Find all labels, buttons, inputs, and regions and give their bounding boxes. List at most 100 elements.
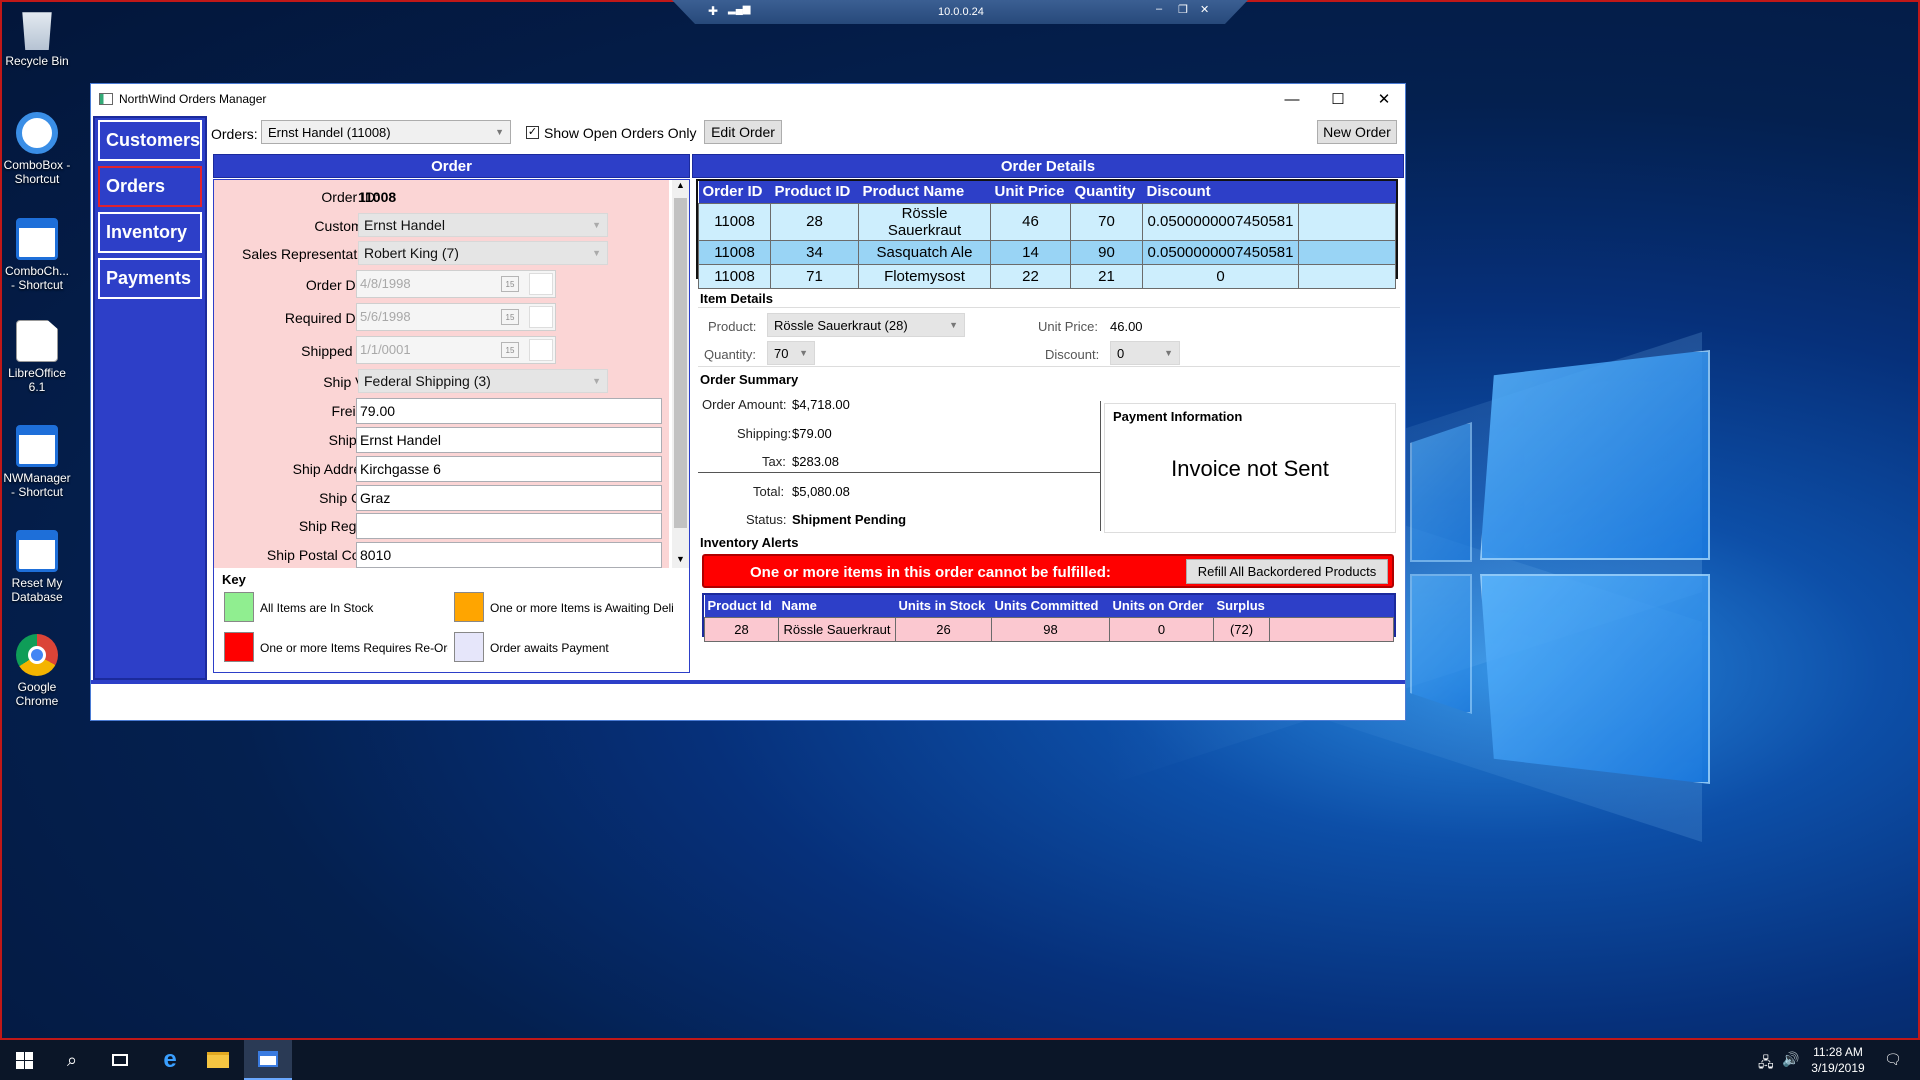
taskbar-internet-explorer[interactable]: e [146, 1040, 194, 1080]
calendar-icon[interactable]: 15 [501, 309, 519, 325]
shipping-label: Shipping: [737, 426, 792, 441]
desktop-icon-recycle-bin[interactable]: Recycle Bin [2, 8, 72, 68]
quantity-combobox[interactable]: 70 ▼ [767, 341, 815, 365]
chevron-down-icon: ▼ [495, 127, 504, 137]
table-row[interactable]: 11008 34 Sasquatch Ale 14 90 0.050000000… [698, 239, 1396, 265]
cell: 0.0500000007450581 [1142, 239, 1299, 265]
search-button[interactable]: ⌕ [48, 1040, 96, 1080]
minimize-button[interactable]: — [1269, 84, 1315, 114]
column-header[interactable]: Surplus [1213, 595, 1270, 617]
close-icon[interactable]: ✕ [1200, 3, 1209, 16]
column-header[interactable]: Product Id [704, 595, 779, 617]
column-header[interactable]: Units on Order [1109, 595, 1214, 617]
chevron-down-icon[interactable]: ▼ [676, 554, 685, 564]
cell: Rössle Sauerkraut [858, 202, 991, 241]
ship-address-input[interactable]: Kirchgasse 6 [356, 456, 662, 482]
system-clock[interactable]: 11:28 AM 3/19/2019 [1808, 1044, 1868, 1076]
window-titlebar[interactable]: NorthWind Orders Manager [91, 84, 1405, 114]
chevron-down-icon: ▼ [799, 348, 808, 358]
ship-city-input[interactable]: Graz [356, 485, 662, 511]
restore-icon[interactable]: ❐ [1178, 3, 1188, 16]
freight-input[interactable]: 79.00 [356, 398, 662, 424]
network-icon[interactable]: 🖧 [1758, 1052, 1774, 1076]
taskbar-northwind-app[interactable] [244, 1040, 292, 1080]
order-date-picker[interactable]: 4/8/1998 15 [356, 270, 556, 298]
pin-icon[interactable]: ✚ [708, 4, 718, 18]
shipped-on-picker[interactable]: 1/1/0001 15 [356, 336, 556, 364]
nav-payments[interactable]: Payments [98, 258, 202, 299]
window-title: NorthWind Orders Manager [119, 92, 267, 106]
ship-postal-input[interactable]: 8010 [356, 542, 662, 568]
order-form: Order ID: 11008 Customer: Ernst Handel ▼ … [213, 179, 690, 673]
task-view-button[interactable] [96, 1040, 144, 1080]
required-date-picker[interactable]: 5/6/1998 15 [356, 303, 556, 331]
column-header[interactable]: Product Name [858, 181, 991, 203]
close-button[interactable]: ✕ [1361, 84, 1407, 114]
cell: Flotemysost [858, 263, 991, 289]
minimize-icon[interactable]: – [1156, 3, 1162, 15]
cell [1298, 202, 1396, 241]
nav-customers[interactable]: Customers [98, 120, 202, 161]
table-row[interactable]: 28 Rössle Sauerkraut 26 98 0 (72) [704, 616, 1394, 642]
table-row[interactable]: 11008 71 Flotemysost 22 21 0 [698, 263, 1396, 289]
desktop-icon-label: ComboBox - Shortcut [3, 158, 71, 186]
nav-orders[interactable]: Orders [98, 166, 202, 207]
table-row[interactable]: 11008 28 Rössle Sauerkraut 46 70 0.05000… [698, 202, 1396, 241]
ship-via-combobox[interactable]: Federal Shipping (3) ▼ [358, 369, 608, 393]
scrollbar-thumb[interactable] [674, 198, 687, 528]
calendar-icon[interactable]: 15 [501, 276, 519, 292]
product-combobox[interactable]: Rössle Sauerkraut (28) ▼ [767, 313, 965, 337]
order-details-grid: Order ID Product ID Product Name Unit Pr… [696, 179, 1398, 289]
sales-rep-combobox[interactable]: Robert King (7) ▼ [358, 241, 608, 265]
start-button[interactable] [0, 1040, 48, 1080]
ship-to-input[interactable]: Ernst Handel [356, 427, 662, 453]
chevron-down-icon: ▼ [1164, 348, 1173, 358]
quantity-value: 70 [774, 345, 789, 361]
desktop-icon-libreoffice[interactable]: LibreOffice 6.1 [2, 320, 72, 394]
clock-time: 11:28 AM [1813, 1045, 1863, 1059]
invoice-status-text: Invoice not Sent [1171, 456, 1329, 481]
calendar-icon[interactable]: 15 [501, 342, 519, 358]
customer-combobox[interactable]: Ernst Handel ▼ [358, 213, 608, 237]
ship-region-input[interactable] [356, 513, 662, 539]
nav-inventory[interactable]: Inventory [98, 212, 202, 253]
column-header[interactable]: Unit Price [990, 181, 1071, 203]
show-open-checkbox[interactable]: ✓ [526, 126, 539, 139]
new-order-button[interactable]: New Order [1317, 120, 1397, 144]
order-form-scrollbar[interactable]: ▲ ▼ [672, 180, 689, 568]
desktop-icon-label: Google Chrome [15, 680, 59, 708]
desktop-icon-combobox-shortcut[interactable]: ComboBox - Shortcut [2, 112, 72, 186]
tax-label: Tax: [762, 454, 786, 469]
volume-icon[interactable]: 🔊 [1782, 1051, 1799, 1068]
cell: 71 [770, 263, 859, 289]
column-header[interactable]: Quantity [1070, 181, 1143, 203]
main-navigation: Customers Orders Inventory Payments [93, 116, 207, 680]
column-header[interactable]: Name [778, 595, 896, 617]
desktop-icon-reset-database[interactable]: Reset My Database [2, 530, 72, 604]
cell: 14 [990, 239, 1071, 265]
notifications-icon[interactable]: 🗨 [1884, 1051, 1902, 1068]
desktop-icon-nwmanager-shortcut[interactable]: NWManager - Shortcut [2, 425, 72, 499]
taskbar-file-explorer[interactable] [194, 1040, 242, 1080]
discount-value: 0 [1117, 345, 1125, 361]
desktop-icon-combocheck-shortcut[interactable]: ComboCh... - Shortcut [2, 218, 72, 292]
sales-rep-value: Robert King (7) [364, 245, 459, 261]
discount-combobox[interactable]: 0 ▼ [1110, 341, 1180, 365]
column-header[interactable]: Product ID [770, 181, 859, 203]
edit-order-button[interactable]: Edit Order [704, 120, 782, 144]
desktop-icon-google-chrome[interactable]: Google Chrome [2, 634, 72, 708]
refill-backordered-button[interactable]: Refill All Backordered Products [1186, 559, 1388, 584]
cell [1298, 239, 1396, 265]
cell: Rössle Sauerkraut [778, 616, 896, 642]
column-header[interactable]: Units in Stock [895, 595, 992, 617]
orders-combobox[interactable]: Ernst Handel (11008) ▼ [261, 120, 511, 144]
chevron-up-icon[interactable]: ▲ [676, 180, 685, 190]
task-view-icon [112, 1054, 128, 1066]
maximize-button[interactable]: ☐ [1315, 84, 1361, 114]
column-header[interactable]: Order ID [698, 181, 771, 203]
column-header[interactable]: Units Committed [991, 595, 1110, 617]
chevron-down-icon: ▼ [592, 248, 601, 258]
clock-date: 3/19/2019 [1811, 1061, 1865, 1075]
item-details-title: Item Details [700, 291, 773, 306]
column-header[interactable]: Discount [1142, 181, 1299, 203]
